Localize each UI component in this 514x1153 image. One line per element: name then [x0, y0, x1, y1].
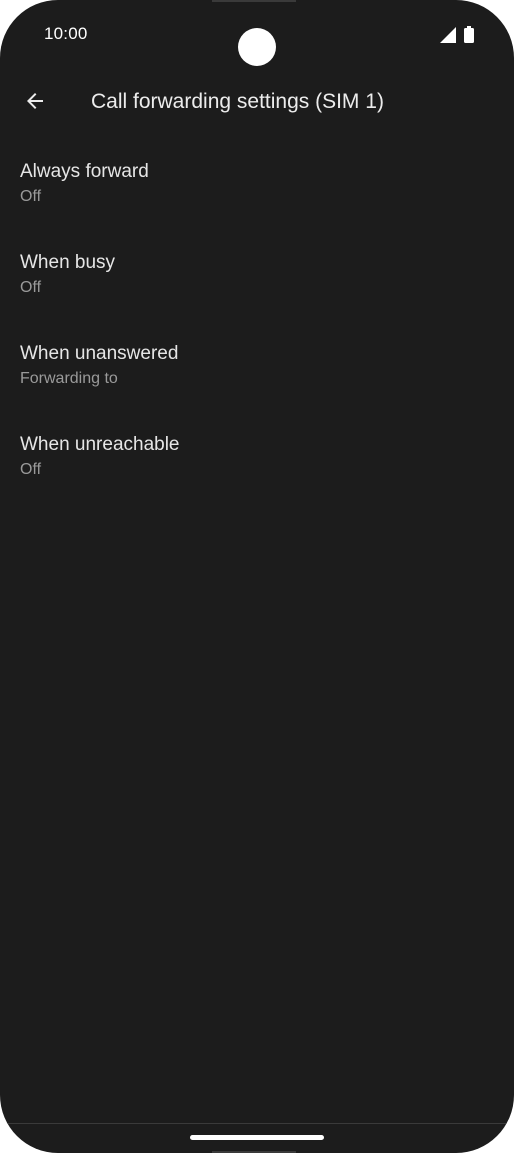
back-button[interactable]: [14, 82, 56, 124]
nav-bar-divider: [0, 1123, 514, 1124]
camera-cutout: [238, 28, 276, 66]
setting-title: When unanswered: [20, 343, 179, 364]
arrow-back-icon: [23, 89, 47, 118]
setting-summary: Off: [20, 188, 42, 205]
setting-when-busy[interactable]: When busy Off: [0, 227, 514, 318]
app-bar: Call forwarding settings (SIM 1): [0, 70, 514, 136]
setting-when-unreachable[interactable]: When unreachable Off: [0, 409, 514, 500]
status-time: 10:00: [44, 24, 88, 43]
setting-title: When unreachable: [20, 434, 180, 455]
setting-always-forward[interactable]: Always forward Off: [0, 136, 514, 227]
home-indicator[interactable]: [190, 1135, 324, 1140]
setting-title: Always forward: [20, 161, 149, 182]
setting-when-unanswered[interactable]: When unanswered Forwarding to: [0, 318, 514, 409]
setting-title: When busy: [20, 252, 116, 273]
setting-summary: Off: [20, 279, 42, 296]
setting-summary: Forwarding to: [20, 370, 118, 387]
status-icons: [440, 26, 474, 43]
page-title: Call forwarding settings (SIM 1): [91, 90, 384, 113]
setting-summary: Off: [20, 461, 42, 478]
phone-screen: 10:00 Call forwarding settings (SIM 1) A…: [0, 0, 514, 1153]
status-bar: 10:00: [0, 0, 514, 70]
battery-icon: [464, 26, 474, 43]
signal-icon: [440, 26, 456, 43]
settings-list: Always forward Off When busy Off When un…: [0, 136, 514, 500]
